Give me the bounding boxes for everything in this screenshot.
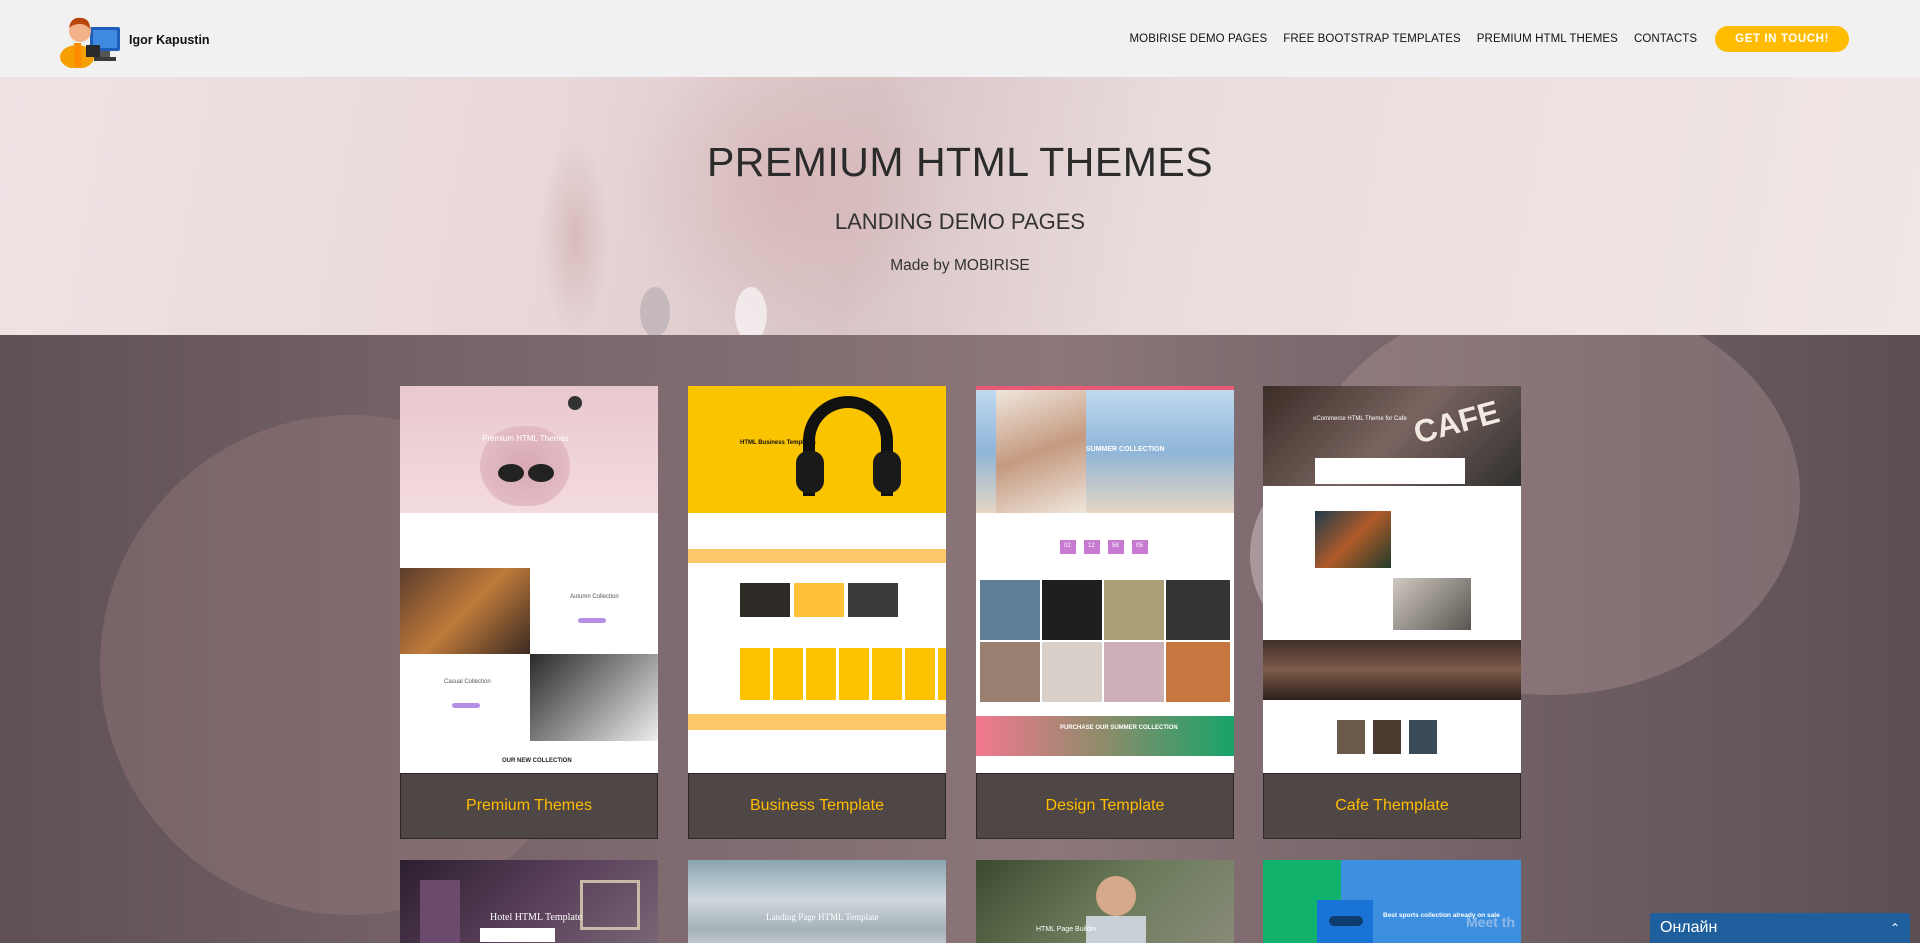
countdown-value: 58 (1112, 543, 1119, 549)
template-preview: CAFE eCommerce HTML Theme for Cafe (1263, 386, 1521, 773)
template-card-design-template[interactable]: SUMMER COLLECTION 02 12 58 05 PURCHASE O… (976, 386, 1234, 839)
brand-name: Igor Kapustin (129, 32, 210, 47)
main-nav: MOBIRISE DEMO PAGES FREE BOOTSTRAP TEMPL… (1129, 0, 1920, 77)
template-preview: SUMMER COLLECTION 02 12 58 05 PURCHASE O… (976, 386, 1234, 773)
template-card-sports[interactable]: Best sports collection already on sale M… (1263, 860, 1521, 943)
card-caption[interactable]: Business Template (750, 797, 884, 815)
brand[interactable]: Igor Kapustin (60, 11, 210, 69)
made-by-text: Made by MOBIRISE (890, 257, 1030, 274)
card-caption-bar: Business Template (688, 773, 946, 839)
preview-label: Casual Collection (444, 679, 491, 685)
preview-title: Premium HTML Themes (482, 434, 569, 443)
template-card-premium-themes[interactable]: Premium HTML Themes Autumn Collection Ca… (400, 386, 658, 839)
preview-label: OUR NEW COLLECTION (502, 758, 572, 764)
chevron-up-icon[interactable]: ⌃ (1890, 921, 1900, 935)
countdown-value: 02 (1064, 543, 1071, 549)
template-card-business-template[interactable]: HTML Business Templates Business Templat… (688, 386, 946, 839)
hero-background-shape (735, 287, 767, 335)
template-card-hotel[interactable]: Hotel HTML Template (400, 860, 658, 943)
preview-label: Autumn Collection (570, 594, 619, 600)
card-caption[interactable]: Premium Themes (466, 797, 592, 815)
template-card-cafe-template[interactable]: CAFE eCommerce HTML Theme for Cafe Cafe … (1263, 386, 1521, 839)
template-card-landing-page[interactable]: Landing Page HTML Template (688, 860, 946, 943)
page-title: PREMIUM HTML THEMES (706, 139, 1214, 185)
nav-premium-html-themes[interactable]: PREMIUM HTML THEMES (1477, 33, 1618, 45)
card-caption-bar: Cafe Themplate (1263, 773, 1521, 839)
preview-label: Meet th (1466, 914, 1515, 930)
hero-background-shape (640, 287, 670, 335)
hero-background-shape (620, 77, 960, 335)
preview-title: Hotel HTML Template (490, 912, 583, 923)
preview-title: Landing Page HTML Template (766, 912, 879, 922)
preview-title: eCommerce HTML Theme for Cafe (1313, 416, 1407, 422)
hero-section: PREMIUM HTML THEMES LANDING DEMO PAGES M… (0, 77, 1920, 335)
preview-title: HTML Business Templates (740, 440, 816, 446)
preview-title: HTML Page Builder (1036, 926, 1097, 933)
online-chat-widget[interactable]: Онлайн ⌃ (1650, 913, 1910, 943)
card-caption-bar: Premium Themes (400, 773, 658, 839)
card-caption[interactable]: Cafe Themplate (1335, 797, 1449, 815)
template-preview: HTML Business Templates (688, 386, 946, 773)
templates-section (0, 335, 1920, 943)
preview-label: PURCHASE OUR SUMMER COLLECTION (1060, 725, 1178, 731)
chat-label: Онлайн (1660, 919, 1718, 936)
card-caption-bar: Design Template (976, 773, 1234, 839)
nav-mobirise-demo-pages[interactable]: MOBIRISE DEMO PAGES (1129, 33, 1267, 45)
get-in-touch-button[interactable]: GET IN TOUCH! (1715, 25, 1849, 52)
nav-contacts[interactable]: CONTACTS (1634, 33, 1697, 45)
countdown-value: 05 (1136, 543, 1143, 549)
preview-title: SUMMER COLLECTION (1086, 446, 1165, 453)
nav-free-bootstrap-templates[interactable]: FREE BOOTSTRAP TEMPLATES (1283, 33, 1461, 45)
page-subtitle: LANDING DEMO PAGES (834, 209, 1086, 234)
template-preview: Premium HTML Themes Autumn Collection Ca… (400, 386, 658, 773)
countdown-value: 12 (1088, 543, 1095, 549)
template-card-page-builder[interactable]: HTML Page Builder (976, 860, 1234, 943)
top-navbar: Igor Kapustin MOBIRISE DEMO PAGES FREE B… (0, 0, 1920, 77)
card-caption[interactable]: Design Template (1046, 797, 1165, 815)
avatar (60, 11, 122, 69)
